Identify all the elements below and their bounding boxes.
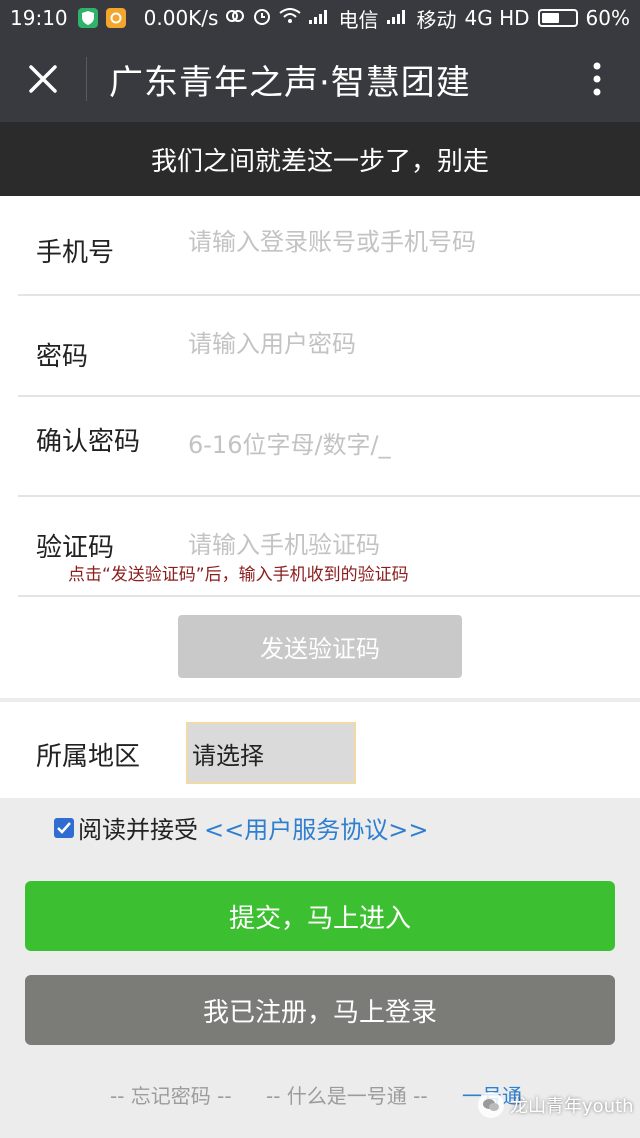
status-bar: 19:10 0.00K/s 电信 移动 4G HD 60% [0, 0, 640, 36]
carrier-2: 移动 [416, 7, 457, 32]
app-notification-icon [105, 8, 126, 28]
watermark-text: 龙山青年youth [510, 1096, 634, 1117]
verification-code-label: 验证码 [36, 533, 115, 563]
password-row: 密码 [18, 296, 640, 397]
what-is-link[interactable]: -- 什么是一号通 -- [266, 1080, 428, 1109]
banner: 我们之间就差这一步了，别走 [0, 122, 640, 196]
signal-icon [308, 8, 331, 29]
register-form: 手机号 密码 确认密码 验证码 点击“发送验证码”后，输入手机收到的验证码 发送… [0, 196, 640, 698]
close-icon[interactable] [0, 36, 86, 122]
signal-icon [386, 8, 409, 29]
phone-row: 手机号 [18, 196, 640, 296]
battery-percent: 60% [585, 6, 630, 30]
agreement: 阅读并接受 <<用户服务协议>> [54, 810, 428, 845]
battery-icon [537, 9, 578, 27]
password-input[interactable] [188, 330, 608, 358]
verification-hint: 点击“发送验证码”后，输入手机收到的验证码 [68, 565, 409, 585]
wifi-icon [278, 7, 301, 29]
carrier-1: 电信 [338, 7, 379, 32]
agree-text: 阅读并接受 [78, 816, 198, 844]
password-label: 密码 [36, 342, 89, 372]
nav-bar: 广东青年之声·智慧团建 [0, 36, 640, 122]
region-select[interactable]: 请选择 [186, 722, 356, 784]
network-speed: 0.00K/s [143, 6, 219, 30]
page-title: 广东青年之声·智慧团建 [109, 62, 471, 103]
phone-input[interactable] [188, 228, 608, 256]
wechat-icon [478, 1092, 504, 1118]
agree-checkbox[interactable] [54, 817, 74, 838]
status-time: 19:10 [10, 6, 68, 30]
link-icon [225, 8, 245, 29]
alarm-icon [253, 7, 271, 30]
battery-fill [541, 13, 560, 23]
confirm-password-row: 确认密码 [18, 397, 640, 497]
verification-code-input[interactable] [188, 531, 608, 559]
phone-label: 手机号 [36, 238, 115, 268]
watermark: 龙山青年youth [478, 1092, 634, 1118]
confirm-password-input[interactable] [188, 431, 608, 459]
more-options-icon[interactable] [554, 36, 640, 122]
region-row: 所属地区 请选择 [0, 702, 640, 798]
send-code-button[interactable]: 发送验证码 [178, 615, 462, 678]
shield-icon [77, 8, 98, 28]
confirm-password-label: 确认密码 [36, 427, 141, 457]
network-type: 4G HD [464, 6, 530, 30]
user-agreement-link[interactable]: <<用户服务协议>> [204, 810, 428, 845]
submit-button[interactable]: 提交，马上进入 [25, 881, 615, 951]
region-label: 所属地区 [36, 742, 141, 772]
forgot-password-link[interactable]: -- 忘记密码 -- [110, 1080, 232, 1109]
login-button[interactable]: 我已注册，马上登录 [25, 975, 615, 1045]
